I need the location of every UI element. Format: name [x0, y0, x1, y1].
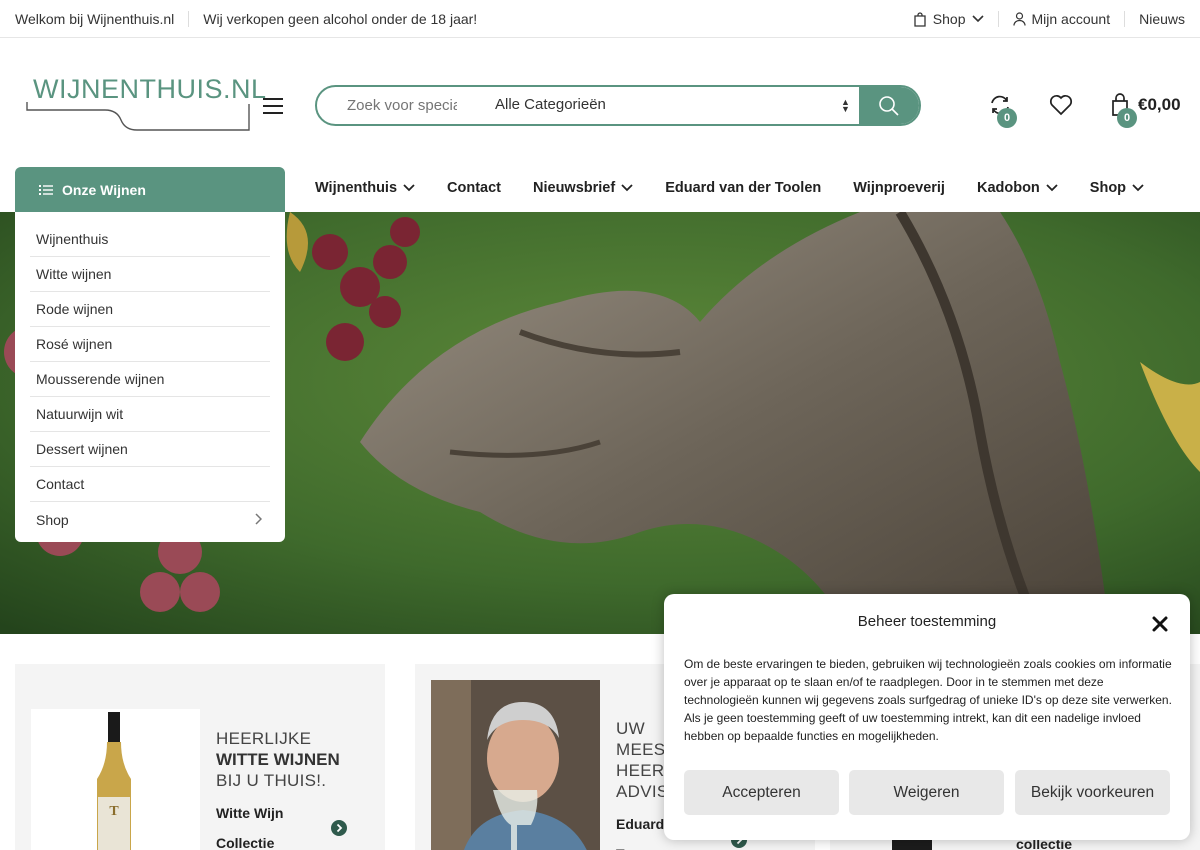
menu-item-rose-wijnen[interactable]: Rosé wijnen [30, 327, 270, 362]
menu-item-rode-wijnen[interactable]: Rode wijnen [30, 292, 270, 327]
menu-item-label: Wijnenthuis [36, 231, 109, 247]
category-dropdown-menu: Wijnenthuis Witte wijnen Rode wijnen Ros… [15, 212, 285, 542]
menu-item-dessert-wijnen[interactable]: Dessert wijnen [30, 432, 270, 467]
menu-item-contact[interactable]: Contact [30, 467, 270, 502]
consent-body-text: Om de beste ervaringen te bieden, gebrui… [684, 657, 1172, 743]
card-heading-line4: ADVIS [616, 782, 669, 801]
menu-item-witte-wijnen[interactable]: Witte wijnen [30, 257, 270, 292]
search-input[interactable] [317, 87, 457, 124]
view-preferences-button[interactable]: Bekijk voorkeuren [1015, 770, 1170, 815]
top-bar: Welkom bij Wijnenthuis.nl Wij verkopen g… [0, 0, 1200, 38]
age-notice: Wij verkopen geen alcohol onder de 18 ja… [203, 11, 478, 27]
wine-bottle-image: T [31, 709, 200, 850]
topbar-shop-link[interactable]: Shop [913, 11, 984, 27]
close-icon[interactable] [1151, 615, 1169, 638]
link-label: Eduard [616, 816, 665, 832]
chevron-down-icon [403, 184, 415, 192]
topbar-account-link[interactable]: Mijn account [1012, 11, 1111, 27]
nav-item-eduard[interactable]: Eduard van der Toolen [665, 180, 821, 196]
link-label: T [616, 839, 664, 850]
category-select[interactable]: Alle Categorieën [495, 96, 606, 113]
link-label: Witte Wijn [216, 805, 284, 821]
menu-item-natuurwijn-wit[interactable]: Natuurwijn wit [30, 397, 270, 432]
deny-button[interactable]: Weigeren [849, 770, 1004, 815]
white-wine-bottle-icon: T [97, 712, 131, 850]
nav-item-contact[interactable]: Contact [447, 180, 501, 196]
logo-bottle-outline-icon [26, 102, 250, 131]
white-wine-collection-link[interactable]: Witte Wijn Collectie [216, 798, 283, 850]
menu-item-label: Dessert wijnen [36, 441, 128, 457]
list-icon [39, 184, 53, 195]
nav-item-nieuwsbrief[interactable]: Nieuwsbrief [533, 180, 633, 196]
link-label: Collectie [216, 835, 275, 850]
categories-button[interactable]: Onze Wijnen [15, 167, 285, 212]
nav-item-label: Wijnproeverij [853, 180, 945, 196]
cookie-consent-dialog: Beheer toestemming Om de beste ervaringe… [664, 594, 1190, 840]
hamburger-menu-icon[interactable] [263, 98, 283, 116]
chevron-down-icon [1132, 184, 1144, 192]
card-heading-line2: WITTE WIJNEN [216, 750, 340, 769]
nav-item-shop[interactable]: Shop [1090, 180, 1144, 196]
topbar-news-link[interactable]: Nieuws [1139, 11, 1185, 27]
nav-item-label: Shop [1089, 180, 1127, 196]
nav-item-label: Kadobon [976, 180, 1040, 196]
nav-item-wijnproeverij[interactable]: Wijnproeverij [853, 180, 945, 196]
menu-item-label: Shop [36, 511, 69, 528]
search-button[interactable] [859, 87, 919, 124]
nav-item-label: Eduard van der Toolen [665, 180, 822, 196]
categories-button-label: Onze Wijnen [62, 181, 146, 198]
shopping-bag-icon [914, 11, 926, 27]
promo-card-white-wines: T HEERLIJKE WITTE WIJNEN BIJ U THUIS!. W… [15, 664, 385, 850]
main-navigation: Wijnenthuis Contact Nieuwsbrief Eduard v… [315, 180, 1176, 196]
menu-item-label: Rosé wijnen [36, 336, 113, 352]
site-logo[interactable]: WIJNENTHUIS.NL [25, 74, 266, 132]
nav-item-label: Nieuwsbrief [533, 180, 616, 196]
menu-item-label: Witte wijnen [36, 266, 112, 282]
card-heading-line1: HEERLIJKE [216, 729, 312, 748]
nav-item-wijnenthuis[interactable]: Wijnenthuis [315, 180, 415, 196]
compare-count-badge: 0 [997, 108, 1017, 128]
accept-button[interactable]: Accepteren [684, 770, 839, 815]
nav-item-kadobon[interactable]: Kadobon [977, 180, 1058, 196]
menu-item-shop[interactable]: Shop [30, 502, 270, 537]
heart-icon [1049, 94, 1073, 116]
user-icon [1012, 12, 1026, 26]
chevron-down-icon [1046, 184, 1058, 192]
nav-item-label: Wijnenthuis [315, 180, 398, 196]
card-heading-line3: HEER [616, 761, 665, 780]
divider [997, 11, 999, 27]
menu-item-label: Natuurwijn wit [36, 406, 124, 422]
chevron-down-icon [621, 184, 633, 192]
welcome-text: Welkom bij Wijnenthuis.nl [15, 11, 175, 27]
divider [1124, 11, 1126, 27]
topbar-shop-label: Shop [932, 11, 966, 27]
card-heading-line1: UW [616, 719, 645, 738]
select-arrows-icon: ▲ ▼ [841, 97, 850, 114]
sommelier-photo [431, 680, 600, 850]
divider [188, 11, 190, 27]
search-bar: Alle Categorieën ▲▼ [315, 85, 921, 126]
menu-item-label: Rode wijnen [36, 301, 114, 317]
consent-title: Beheer toestemming [857, 613, 997, 630]
card-heading-line3: BIJ U THUIS!. [216, 771, 327, 790]
topbar-account-label: Mijn account [1031, 11, 1111, 27]
menu-item-label: Mousserende wijnen [36, 371, 165, 387]
svg-text:T: T [109, 804, 119, 819]
arrow-right-icon[interactable] [331, 820, 347, 836]
cart-count-badge: 0 [1117, 108, 1137, 128]
nav-item-label: Contact [447, 180, 502, 196]
menu-item-label: Contact [36, 476, 85, 492]
person-photo-icon [431, 680, 600, 850]
cart-total[interactable]: €0,00 [1138, 95, 1181, 115]
menu-item-wijnenthuis[interactable]: Wijnenthuis [30, 222, 270, 257]
search-icon [879, 95, 899, 116]
chevron-right-icon [255, 513, 262, 525]
eduard-link[interactable]: Eduard T [616, 809, 664, 850]
wishlist-button[interactable] [1049, 94, 1073, 121]
chevron-down-icon [971, 15, 984, 23]
menu-item-mousserende-wijnen[interactable]: Mousserende wijnen [30, 362, 270, 397]
